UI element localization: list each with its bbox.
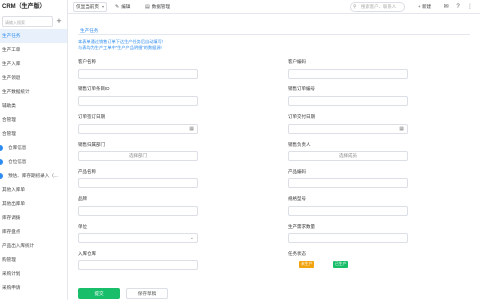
bullet-icon [0, 173, 3, 179]
tab-divider [78, 34, 470, 35]
product-name-label: 产品名称 [78, 169, 96, 174]
sidebar-item-production-order[interactable]: 生产工单 [0, 43, 67, 57]
save-draft-button[interactable]: 保存草稿 [126, 288, 168, 299]
brand-label: 品牌 [78, 196, 87, 201]
warehouse-field[interactable] [78, 260, 198, 270]
sales-dept-label: 销售归属部门 [78, 142, 105, 147]
delivery-date-label: 订单交付日期 [288, 114, 315, 119]
sidebar-item-purchase-plan[interactable]: 采购计划 [0, 267, 67, 281]
data-manage-button[interactable]: ▤ 数据管理 [145, 2, 170, 12]
sidebar-item-production-task[interactable]: 生产任务 [0, 29, 67, 43]
order-date-field[interactable]: ▦ [78, 124, 198, 134]
sales-owner-label: 销售负责人 [288, 142, 311, 147]
product-name-field[interactable] [78, 178, 198, 188]
calendar-icon: ▦ [189, 126, 194, 132]
order-no-label: 销售订单编号 [288, 86, 315, 91]
customer-code-field[interactable] [288, 69, 408, 79]
sidebar-item-other-inbound[interactable]: 其他入库单 [0, 183, 67, 197]
sidebar-item-production-inbound[interactable]: 生产入库 [0, 57, 67, 71]
sidebar-item-production-stats[interactable]: 生产数据统计 [0, 85, 67, 99]
data-manage-button-label: 数据管理 [151, 4, 171, 9]
sidebar-item-initial-stock[interactable]: 预估、库存期初录入（... [0, 169, 67, 183]
edit-button[interactable]: ✎ 编辑 [115, 2, 130, 12]
sidebar-item-inout-stats[interactable]: 产品出入库统计 [0, 239, 67, 253]
unit-select[interactable]: ⌄ [78, 233, 198, 243]
status-option-produced[interactable]: 已生产 [333, 261, 349, 268]
unit-label: 单位 [78, 224, 87, 229]
help-icon[interactable]: ? [454, 2, 462, 12]
view-select-value: 仅显当前页 [76, 4, 99, 9]
sidebar-item-label: 仓库信息 [8, 145, 27, 150]
submit-button[interactable]: 提交 [78, 288, 120, 299]
global-search-input[interactable]: ⚲ 搜索客户、联系人 [350, 2, 405, 12]
sidebar-item-location-info[interactable]: 仓位信息 [0, 155, 67, 169]
app-brand: CRM（生产版） [2, 4, 46, 10]
calendar-icon: ▦ [399, 126, 404, 132]
customer-name-label: 客户名称 [78, 59, 96, 64]
sales-owner-picker[interactable]: 选择成员 [288, 151, 408, 161]
top-toolbar: 仅显当前页 ▾ ✎ 编辑 ▤ 数据管理 ⚲ 搜索客户、联系人 + 新建 ✉ ? ⋮ [68, 0, 480, 14]
spec-field[interactable] [288, 206, 408, 216]
bullet-icon [0, 159, 3, 165]
view-select[interactable]: 仅显当前页 ▾ [73, 2, 107, 12]
plus-icon[interactable]: + [53, 16, 65, 27]
sidebar-item-label: 预估、库存期初录入（... [8, 173, 58, 178]
sidebar-item-group-1[interactable]: 合管理 [0, 113, 67, 127]
delivery-date-field[interactable]: ▦ [288, 124, 408, 134]
sidebar-item-warehouse-group[interactable]: 合管理 [0, 127, 67, 141]
form-note-2: 与表均为生产工单中"生产产品明细"的数据源! [78, 45, 162, 50]
task-status-label: 任务状态 [288, 251, 306, 256]
warehouse-label: 入库仓库 [78, 251, 96, 256]
sidebar-search-input[interactable]: 请输入搜索 [2, 15, 53, 27]
global-search-placeholder: 搜索客户、联系人 [361, 4, 397, 9]
status-option-pending[interactable]: 未生产 [299, 261, 315, 268]
required-qty-label: 生产需求数量 [288, 224, 315, 229]
product-code-field[interactable] [288, 178, 408, 188]
sidebar-item-label: 仓位信息 [8, 159, 27, 164]
sidebar-item-purchase-request[interactable]: 采购申请 [0, 281, 67, 295]
sidebar-item-stock-transfer[interactable]: 库存调拨 [0, 211, 67, 225]
customer-code-label: 客户编码 [288, 59, 306, 64]
sidebar-item-warehouse-info[interactable]: 仓库信息 [0, 141, 67, 155]
message-icon[interactable]: ✉ [442, 2, 450, 12]
product-code-label: 产品编码 [288, 169, 306, 174]
sidebar-item-stock-count[interactable]: 库存盘点 [0, 225, 67, 239]
customer-name-field[interactable] [78, 69, 198, 79]
spec-label: 规格型号 [288, 196, 306, 201]
order-date-label: 订单签订日期 [78, 114, 105, 119]
database-icon: ▤ [145, 4, 150, 10]
form-panel: 生产任务 本表单通过销售订单下达生产任务后自动填写! 与表均为生产工单中"生产产… [78, 26, 470, 300]
sidebar-item-production-pick[interactable]: 生产领退 [0, 71, 67, 85]
sidebar-item-other-outbound[interactable]: 其他出库单 [0, 197, 67, 211]
order-detail-id-label: 销售订单条目ID [78, 86, 110, 91]
edit-button-label: 编辑 [121, 4, 131, 9]
more-icon[interactable]: ⋮ [466, 2, 474, 12]
chevron-down-icon: ⌄ [189, 235, 194, 241]
sidebar-item-purchase-group[interactable]: 购管理 [0, 253, 67, 267]
sales-dept-picker[interactable]: 选择部门 [78, 151, 198, 161]
order-detail-id-field[interactable] [78, 96, 198, 106]
pencil-icon: ✎ [115, 4, 120, 10]
brand-field[interactable] [78, 206, 198, 216]
sidebar-search: 请输入搜索 + [2, 15, 65, 27]
required-qty-field[interactable] [288, 233, 408, 243]
add-new-button[interactable]: + 新建 [418, 2, 431, 12]
sidebar-item-auxiliary[interactable]: 辅助类 [0, 99, 67, 113]
search-icon: ⚲ [353, 4, 357, 10]
order-no-field[interactable] [288, 96, 408, 106]
chevron-down-icon: ▾ [101, 4, 104, 9]
bullet-icon [0, 145, 3, 151]
sidebar: CRM（生产版） 请输入搜索 + 生产任务 生产工单 生产入库 生产领退 生产数… [0, 0, 68, 300]
